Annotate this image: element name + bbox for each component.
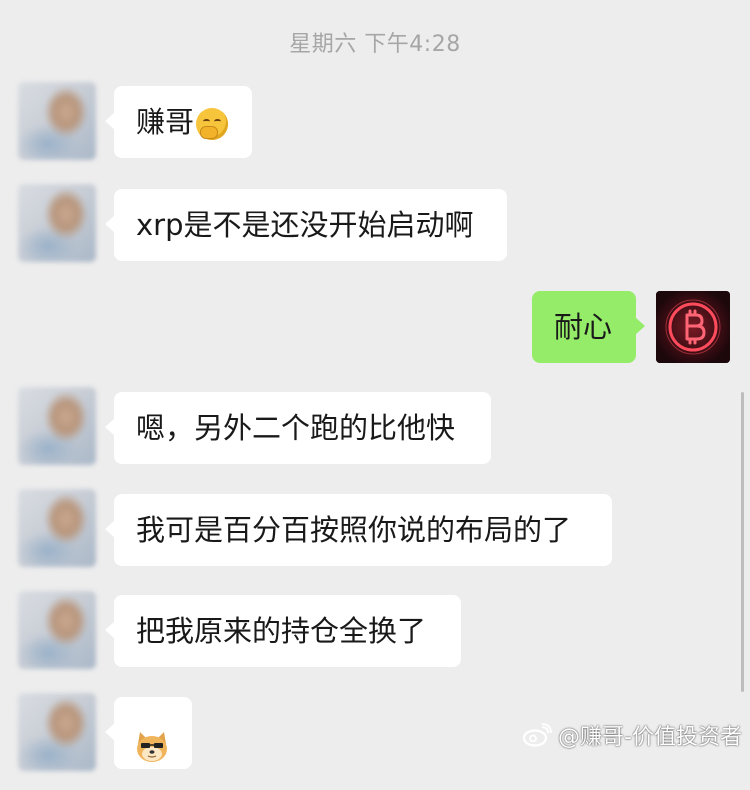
message-bubble[interactable]: 把我原来的持仓全换了	[105, 595, 461, 667]
contact-avatar[interactable]	[18, 184, 96, 262]
message-text: 我可是百分百按照你说的布局的了	[136, 513, 572, 547]
message-text: 赚哥	[136, 105, 195, 139]
weibo-icon	[522, 723, 552, 747]
contact-avatar[interactable]	[18, 387, 96, 465]
contact-avatar[interactable]	[18, 82, 96, 160]
message-bubble[interactable]: 嗯，另外二个跑的比他快	[105, 392, 491, 464]
message-text: 把我原来的持仓全换了	[136, 614, 427, 648]
message-bubble[interactable]	[105, 697, 192, 769]
message-text: xrp是不是还没开始启动啊	[136, 208, 474, 242]
message-text: 嗯，另外二个跑的比他快	[136, 411, 456, 445]
shushing-face-icon	[196, 108, 229, 140]
contact-avatar[interactable]	[18, 489, 96, 567]
contact-avatar[interactable]	[18, 591, 96, 669]
watermark: @赚哥-价值投资者	[522, 719, 742, 751]
watermark-text: @赚哥-价值投资者	[558, 725, 742, 750]
message-bubble[interactable]: xrp是不是还没开始启动啊	[105, 189, 507, 261]
message-bubble[interactable]: 我可是百分百按照你说的布局的了	[105, 494, 612, 566]
bitcoin-icon[interactable]	[656, 291, 730, 363]
message-text: 耐心	[554, 310, 613, 344]
message-bubble[interactable]: 赚哥	[105, 86, 252, 158]
contact-avatar[interactable]	[18, 693, 96, 771]
scrollbar[interactable]	[741, 392, 744, 692]
chat-timestamp: 星期六 下午4:28	[289, 32, 461, 57]
message-bubble-outgoing[interactable]: 耐心	[532, 291, 645, 363]
doge-icon	[134, 718, 170, 762]
